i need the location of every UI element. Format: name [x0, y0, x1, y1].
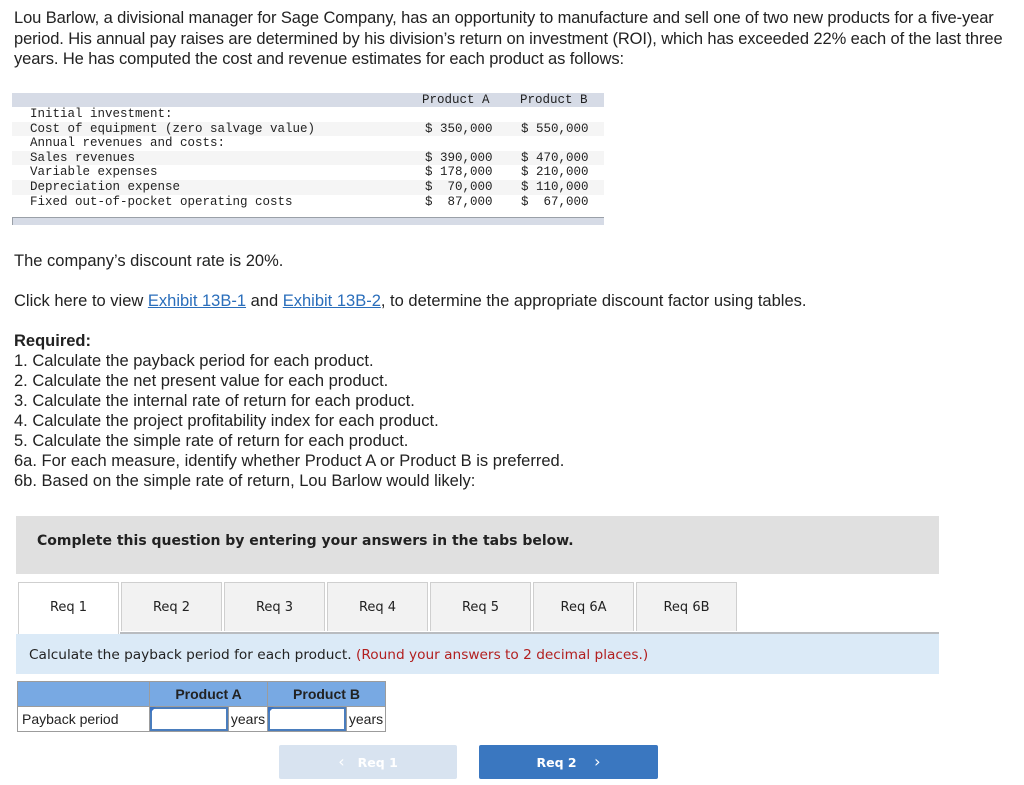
- exhibit-prefix: Click here to view: [14, 292, 148, 310]
- required-item: 1. Calculate the payback period for each…: [14, 352, 374, 370]
- row-label: Fixed out-of-pocket operating costs: [30, 194, 293, 209]
- value-b: $ 67,000: [521, 194, 589, 209]
- exhibit-13b-1-link[interactable]: Exhibit 13B-1: [148, 292, 246, 310]
- row-label: Annual revenues and costs:: [30, 136, 226, 151]
- exhibit-line: Click here to view Exhibit 13B-1 and Exh…: [14, 292, 806, 311]
- tab-req-1[interactable]: Req 1: [18, 582, 119, 635]
- instruction-bar: Calculate the payback period for each pr…: [16, 634, 939, 674]
- chevron-left-icon: ‹: [338, 752, 345, 771]
- input-flag-icon: [268, 707, 274, 713]
- payback-answer-table: Product A Product B Payback period years…: [17, 681, 386, 732]
- table-row: Variable expenses $ 178,000 $ 210,000: [12, 165, 604, 180]
- value-b: $ 110,000: [521, 179, 589, 194]
- row-label: Depreciation expense: [30, 179, 181, 194]
- next-req-label: Req 2: [536, 755, 577, 770]
- unit-years: years: [346, 706, 386, 732]
- table-row: Annual revenues and costs:: [12, 136, 604, 151]
- required-item: 6b. Based on the simple rate of return, …: [14, 472, 476, 490]
- required-item: 2. Calculate the net present value for e…: [14, 372, 389, 390]
- row-label: Cost of equipment (zero salvage value): [30, 121, 316, 136]
- value-a: $ 390,000: [425, 150, 493, 165]
- value-a: $ 350,000: [425, 121, 493, 136]
- unit-years: years: [228, 706, 268, 732]
- complete-question-text: Complete this question by entering your …: [37, 533, 574, 549]
- header-product-a: Product A: [149, 681, 268, 707]
- instruction-text: Calculate the payback period for each pr…: [29, 647, 648, 663]
- value-a: $ 70,000: [425, 179, 493, 194]
- row-label: Sales revenues: [30, 150, 136, 165]
- value-b: $ 550,000: [521, 121, 589, 136]
- problem-intro: Lou Barlow, a divisional manager for Sag…: [14, 9, 1003, 68]
- exhibit-13b-2-link[interactable]: Exhibit 13B-2: [283, 292, 381, 310]
- table-row: Cost of equipment (zero salvage value) $…: [12, 121, 604, 137]
- col-product-b: Product B: [520, 93, 588, 107]
- tab-req-6a[interactable]: Req 6A: [533, 582, 634, 631]
- required-section: Required: 1. Calculate the payback perio…: [14, 331, 564, 491]
- header-product-b: Product B: [267, 681, 386, 707]
- tab-req-4[interactable]: Req 4: [327, 582, 428, 631]
- value-a: $ 87,000: [425, 194, 493, 209]
- required-item: 5. Calculate the simple rate of return f…: [14, 432, 409, 450]
- required-item: 6a. For each measure, identify whether P…: [14, 452, 565, 470]
- next-req-button[interactable]: Req 2 ›: [479, 745, 658, 779]
- table-row: Fixed out-of-pocket operating costs $ 87…: [12, 195, 604, 210]
- instruction-main: Calculate the payback period for each pr…: [29, 647, 352, 663]
- payback-product-a-input[interactable]: [150, 707, 228, 731]
- value-a: $ 178,000: [425, 165, 493, 180]
- row-label: Variable expenses: [30, 165, 158, 180]
- required-item: 3. Calculate the internal rate of return…: [14, 392, 415, 410]
- table-row: Initial investment:: [12, 107, 604, 122]
- product-a-input-cell: [149, 706, 229, 732]
- tab-req-5[interactable]: Req 5: [430, 582, 531, 631]
- value-b: $ 470,000: [521, 150, 589, 165]
- tab-req-3[interactable]: Req 3: [224, 582, 325, 631]
- discount-rate-text: The company’s discount rate is 20%.: [14, 252, 284, 270]
- exhibit-suffix: , to determine the appropriate discount …: [380, 292, 807, 310]
- exhibit-middle: and: [246, 292, 283, 310]
- col-product-a: Product A: [422, 93, 490, 107]
- cost-table-header: Product A Product B: [12, 93, 604, 107]
- blank-header-cell: [17, 681, 150, 707]
- answer-header-row: Product A Product B: [17, 681, 386, 707]
- input-flag-icon: [150, 707, 156, 713]
- tab-req-6b[interactable]: Req 6B: [636, 582, 737, 631]
- payback-period-label: Payback period: [17, 706, 150, 732]
- table-row: Sales revenues $ 390,000 $ 470,000: [12, 150, 604, 166]
- complete-question-banner: Complete this question by entering your …: [16, 516, 939, 574]
- required-title: Required:: [14, 332, 92, 350]
- prev-req-label: Req 1: [357, 755, 398, 770]
- cost-table-footer: [12, 217, 604, 226]
- table-row: Depreciation expense $ 70,000 $ 110,000: [12, 179, 604, 195]
- required-item: 4. Calculate the project profitability i…: [14, 412, 439, 430]
- cost-estimates-table: Product A Product B Initial investment: …: [12, 93, 604, 226]
- chevron-right-icon: ›: [594, 752, 601, 771]
- value-b: $ 210,000: [521, 165, 589, 180]
- rounding-note: (Round your answers to 2 decimal places.…: [356, 647, 649, 663]
- prev-req-button[interactable]: ‹ Req 1: [279, 745, 457, 779]
- row-label: Initial investment:: [30, 107, 173, 121]
- table-row: Payback period years years: [17, 706, 386, 732]
- payback-product-b-input[interactable]: [268, 707, 346, 731]
- tab-req-2[interactable]: Req 2: [121, 582, 222, 631]
- product-b-input-cell: [267, 706, 347, 732]
